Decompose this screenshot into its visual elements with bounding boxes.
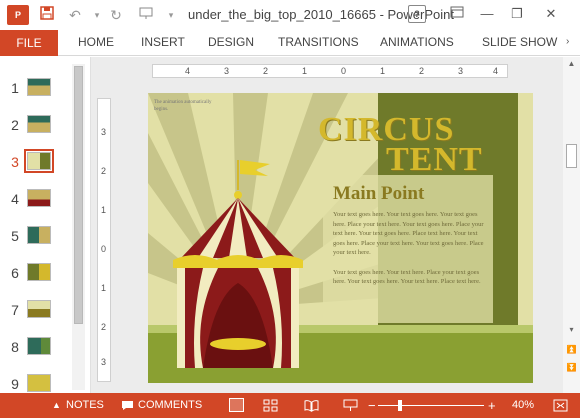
horizontal-ruler: 4 3 2 1 0 1 2 3 4	[152, 64, 508, 78]
next-slide-icon[interactable]: ⏬	[565, 363, 578, 375]
animation-note: The animation automatically begins.	[154, 100, 212, 112]
ruler-tick-label: 3	[224, 66, 230, 76]
ruler-tick-label: 0	[341, 66, 347, 76]
slide-thumbnail-image	[24, 149, 54, 173]
main-point-text-box[interactable]: Main Point Your text goes here. Your tex…	[323, 175, 493, 323]
slide-canvas[interactable]: The animation automatically begins. CIRC…	[148, 93, 533, 383]
ruler-tick-label: 4	[185, 66, 191, 76]
slide-thumbnail-7[interactable]: 7	[0, 297, 70, 327]
comment-icon[interactable]	[121, 393, 134, 418]
tab-animations[interactable]: ANIMATIONS	[380, 30, 454, 56]
slide-thumbnail-5[interactable]: 5	[0, 223, 70, 253]
save-icon[interactable]	[36, 5, 58, 25]
slide-scrollbar-thumb[interactable]	[566, 144, 577, 168]
zoom-in-button[interactable]: +	[488, 393, 496, 418]
slide-thumbnail-6[interactable]: 6	[0, 260, 70, 290]
ruler-tick-label: 1	[101, 283, 107, 293]
ribbon-display-options-icon[interactable]	[446, 4, 468, 24]
ribbon-tabs: FILE HOME INSERT DESIGN TRANSITIONS ANIM…	[0, 30, 580, 56]
slide-number: 7	[11, 302, 19, 318]
status-bar: ▲ NOTES COMMENTS − + 40%	[0, 393, 580, 418]
main-point-heading: Main Point	[333, 183, 425, 204]
fit-slide-icon[interactable]	[553, 393, 568, 418]
slide-title-line-2: TENT	[386, 141, 483, 178]
slide-thumbnail-image	[27, 300, 51, 318]
slide-thumbnail-2[interactable]: 2	[0, 112, 70, 142]
zoom-out-button[interactable]: −	[368, 393, 376, 418]
slide-scrollbar[interactable]: ▲ ▾ ⏫ ⏬	[563, 57, 580, 393]
powerpoint-logo-icon: P	[7, 5, 29, 25]
zoom-slider-thumb[interactable]	[398, 400, 402, 411]
present-from-start-icon[interactable]	[135, 5, 157, 25]
tabs-scroll-right-icon[interactable]: ›	[566, 36, 569, 47]
slide-number: 6	[11, 265, 19, 281]
circus-tent-illustration	[173, 160, 303, 368]
slide-thumbnail-4[interactable]: 4	[0, 186, 70, 216]
ruler-tick-label: 3	[101, 357, 107, 367]
tab-transitions[interactable]: TRANSITIONS	[278, 30, 359, 56]
slide-number: 8	[11, 339, 19, 355]
main-point-body: Your text goes here. Your text goes here…	[333, 210, 485, 297]
slide-thumbnail-image	[27, 374, 51, 392]
slide-thumbnail-3[interactable]: 3	[0, 149, 70, 179]
ruler-tick-label: 4	[493, 66, 499, 76]
ruler-tick-label: 1	[380, 66, 386, 76]
ruler-tick-label: 2	[419, 66, 425, 76]
slide-thumbnail-image	[27, 189, 51, 207]
undo-icon[interactable]: ↶	[64, 5, 86, 25]
slide-thumbnail-image	[27, 115, 51, 133]
previous-slide-icon[interactable]: ⏫	[565, 345, 578, 357]
slide-number: 9	[11, 376, 19, 392]
body-paragraph-2: Your text goes here. Your text here. Pla…	[333, 268, 481, 286]
tab-file[interactable]: FILE	[0, 30, 58, 56]
ruler-tick-label: 0	[101, 244, 107, 254]
vertical-ruler: 3 2 1 0 1 2 3	[97, 98, 111, 382]
slide-show-icon[interactable]	[343, 393, 358, 418]
slide-number: 5	[11, 228, 19, 244]
help-icon[interactable]: ?	[408, 5, 426, 23]
thumbnail-scrollbar[interactable]	[72, 64, 85, 390]
slide-thumbnail-image	[27, 263, 51, 281]
minimize-button[interactable]: —	[476, 4, 498, 24]
slide-thumbnail-1[interactable]: 1	[0, 75, 70, 105]
slide-title[interactable]: CIRCUS TENT	[318, 113, 483, 178]
tab-home[interactable]: HOME	[78, 30, 114, 56]
redo-icon[interactable]: ↻	[105, 5, 127, 25]
ruler-tick-label: 2	[101, 166, 107, 176]
body-paragraph-1: Your text goes here. Your text goes here…	[333, 211, 484, 256]
reading-view-icon[interactable]	[304, 393, 319, 418]
customize-toolbar-icon[interactable]: ▾	[160, 5, 182, 25]
slide-number: 2	[11, 117, 19, 133]
tab-design[interactable]: DESIGN	[208, 30, 254, 56]
restore-button[interactable]: ❐	[506, 4, 528, 24]
slide-number: 4	[11, 191, 19, 207]
comments-button[interactable]: COMMENTS	[138, 393, 202, 418]
notes-icon[interactable]: ▲	[52, 393, 61, 418]
zoom-slider[interactable]	[378, 405, 484, 406]
slide-thumbnail-image	[27, 78, 51, 96]
slide-sorter-icon[interactable]	[263, 393, 278, 418]
tab-insert[interactable]: INSERT	[141, 30, 185, 56]
scroll-down-icon[interactable]: ▾	[565, 325, 578, 337]
ruler-tick-label: 3	[458, 66, 464, 76]
notes-button[interactable]: NOTES	[66, 393, 104, 418]
ruler-tick-label: 2	[263, 66, 269, 76]
slide-number: 3	[11, 154, 19, 170]
thumbnail-scrollbar-thumb[interactable]	[74, 66, 83, 324]
slide-thumbnail-8[interactable]: 8	[0, 334, 70, 364]
slide-thumbnail-image	[27, 337, 51, 355]
title-bar: P ↶ ▾ ↻ ▾ under_the_big_top_2010_16665 -…	[0, 0, 580, 30]
ruler-tick-label: 1	[302, 66, 308, 76]
slide-thumbnail-pane: 1 2 3 4 5 6 7 8 9	[0, 57, 70, 393]
slide-thumbnail-image	[27, 226, 51, 244]
normal-view-icon[interactable]	[229, 398, 244, 412]
close-button[interactable]: ✕	[540, 4, 562, 24]
tab-slide-show[interactable]: SLIDE SHOW	[482, 30, 557, 56]
ruler-tick-label: 3	[101, 127, 107, 137]
scroll-up-icon[interactable]: ▲	[565, 59, 578, 71]
ruler-tick-label: 1	[101, 205, 107, 215]
zoom-level[interactable]: 40%	[512, 393, 534, 418]
slide-number: 1	[11, 80, 19, 96]
ruler-tick-label: 2	[101, 322, 107, 332]
